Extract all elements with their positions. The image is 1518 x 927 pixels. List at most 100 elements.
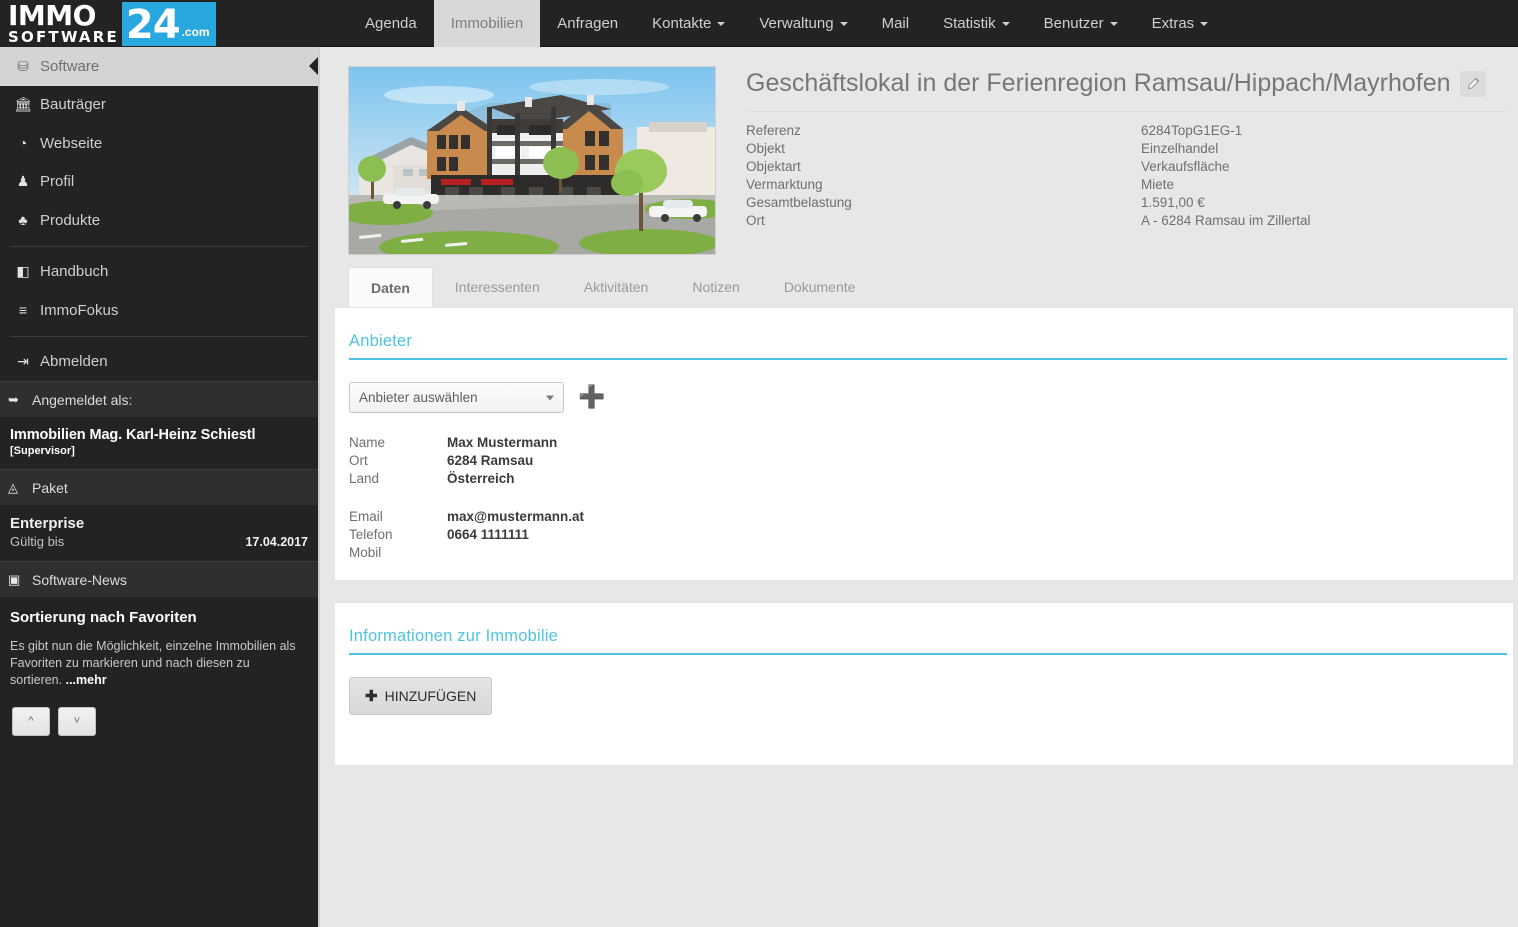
anbieter-select-row: Anbieter auswählen ➕	[349, 382, 1513, 413]
brand-badge: 24 .com	[121, 1, 216, 48]
sidebar-item-webseite[interactable]: ◔ Webseite	[0, 124, 318, 163]
nav-item-mail[interactable]: Mail	[865, 0, 927, 47]
field-value: max@mustermann.at	[447, 509, 584, 524]
sidebar-item-software[interactable]: ⛁ Software	[0, 47, 318, 86]
chevron-down-icon	[546, 395, 554, 400]
sidebar-news-more-link[interactable]: ...mehr	[66, 673, 107, 687]
nav-item-label: Anfragen	[557, 15, 619, 32]
main-navigation: Agenda Immobilien Anfragen Kontakte Verwaltu…	[348, 0, 1225, 47]
chevron-down-icon	[1109, 21, 1118, 26]
fact-key: Referenz	[746, 123, 801, 138]
nav-item-immobilien[interactable]: Immobilien	[433, 0, 541, 47]
sidebar-package-valid-date: 17.04.2017	[245, 535, 308, 549]
add-information-button[interactable]: ✚ HINZUFÜGEN	[349, 677, 493, 715]
dashboard-icon: ⛁	[17, 57, 29, 74]
anbieter-select[interactable]: Anbieter auswählen	[349, 382, 564, 413]
chevron-down-icon	[1001, 21, 1010, 26]
nav-item-benutzer[interactable]: Benutzer	[1027, 0, 1135, 47]
field-label: Land	[349, 471, 380, 486]
news-next-button[interactable]: ˅	[58, 706, 96, 736]
sidebar-item-label: Produkte	[40, 211, 101, 229]
sidebar-item-bauträger[interactable]: 🏛 Bauträger	[0, 86, 318, 125]
pencil-icon	[1467, 77, 1479, 89]
fact-value: 1.591,00 €	[1141, 195, 1205, 210]
sidebar-package-label: Paket	[32, 479, 68, 496]
nav-item-statistik[interactable]: Statistik	[926, 0, 1027, 47]
sidebar-item-handbuch[interactable]: ◧ Handbuch	[0, 253, 318, 292]
nav-item-label: Extras	[1151, 15, 1195, 32]
sidebar-user-role: [Supervisor]	[10, 445, 75, 457]
nav-item-label: Immobilien	[450, 15, 524, 32]
property-header: Geschäftslokal in der Ferienregion Ramsa…	[322, 47, 1518, 255]
tab-label: Daten	[371, 279, 410, 296]
info-body: ✚ HINZUFÜGEN	[335, 655, 1513, 735]
sidebar-package-validity: Gültig bis 17.04.2017	[10, 534, 308, 549]
sidebar-item-label: Handbuch	[40, 263, 109, 281]
field-label: Mobil	[349, 545, 382, 560]
brand-logo[interactable]: IMMO SOFTWARE 24 .com	[0, 0, 320, 47]
tab-dokumente[interactable]: Dokumente	[762, 267, 878, 307]
nav-item-verwaltung[interactable]: Verwaltung	[742, 0, 864, 47]
nav-item-anfragen[interactable]: Anfragen	[540, 0, 635, 47]
sidebar-item-abmelden[interactable]: ⇥ Abmelden	[0, 343, 318, 382]
add-information-label: HINZUFÜGEN	[384, 688, 477, 704]
sidebar-news-text: Es gibt nun die Möglichkeit, einzelne Im…	[10, 639, 296, 687]
cubes-icon: ♣	[18, 212, 28, 229]
field-label: Telefon	[349, 527, 393, 542]
sidebar-item-produkte[interactable]: ♣ Produkte	[0, 201, 318, 240]
sidebar-item-immofokus[interactable]: ≡ ImmoFokus	[0, 291, 318, 330]
signin-icon: ➥	[8, 391, 19, 407]
chevron-down-icon: ˅	[73, 715, 81, 728]
add-anbieter-button[interactable]: ➕	[578, 386, 605, 409]
field-label: Email	[349, 509, 383, 524]
tab-label: Notizen	[692, 279, 740, 295]
anbieter-details: Name Max Mustermann Ort 6284 Ramsau Land Öste…	[349, 435, 1513, 560]
tab-label: Dokumente	[783, 279, 856, 295]
tab-label: Aktivitäten	[583, 279, 649, 295]
title-divider	[746, 111, 1508, 112]
sidebar-item-label: ImmoFokus	[40, 301, 119, 319]
anbieter-select-value: Anbieter auswählen	[359, 390, 478, 405]
tab-notizen[interactable]: Notizen	[670, 267, 761, 307]
nav-item-label: Kontakte	[652, 15, 712, 32]
anbieter-section-title: Anbieter	[349, 332, 413, 350]
property-title-text: Geschäftslokal in der Ferienregion Ramsa…	[746, 69, 1451, 97]
sidebar-item-label: Profil	[40, 173, 75, 191]
tab-interessenten[interactable]: Interessenten	[433, 267, 562, 307]
logout-icon: ⇥	[17, 353, 29, 370]
property-thumbnail[interactable]	[348, 66, 716, 255]
property-rendering-image	[349, 67, 715, 254]
fact-key: Vermarktung	[746, 177, 823, 192]
sidebar: ⛁ Software 🏛 Bauträger ◔ Webseite ♟ Profil ♣ Prod…	[0, 47, 320, 927]
sidebar-item-label: Software	[40, 57, 100, 75]
brand-line2: SOFTWARE	[8, 27, 119, 46]
user-icon: ♟	[16, 173, 30, 190]
news-prev-button[interactable]: ^	[12, 706, 50, 736]
tab-aktivitäten[interactable]: Aktivitäten	[562, 267, 671, 307]
fact-key: Ort	[746, 213, 765, 228]
tab-daten[interactable]: Daten	[348, 267, 433, 307]
book-icon: ◧	[16, 263, 30, 280]
fact-value: 6284TopG1EG-1	[1141, 123, 1243, 138]
sidebar-divider	[10, 245, 308, 247]
plus-icon: ✚	[365, 688, 378, 705]
sidebar-loggedin-label: Angemeldet als:	[32, 391, 133, 408]
nav-item-agenda[interactable]: Agenda	[348, 0, 434, 47]
sidebar-user-block: Immobilien Mag. Karl-Heinz Schiestl [Sup…	[0, 417, 318, 469]
tab-label: Interessenten	[454, 279, 540, 295]
field-group-gap	[349, 489, 1513, 506]
news-icon: ▣	[8, 571, 21, 587]
edit-title-button[interactable]	[1459, 71, 1486, 97]
sidebar-loggedin-header: ➥ Angemeldet als:	[0, 381, 318, 417]
field-value: Österreich	[447, 471, 515, 486]
chevron-down-icon	[1200, 21, 1209, 26]
sidebar-package-block: Enterprise Gültig bis 17.04.2017	[0, 505, 318, 561]
page-title: Geschäftslokal in der Ferienregion Ramsa…	[746, 68, 1508, 98]
fact-value: Einzelhandel	[1141, 141, 1219, 156]
nav-item-kontakte[interactable]: Kontakte	[635, 0, 742, 47]
brand-badge-number: 24	[125, 1, 181, 48]
anbieter-panel: Anbieter Anbieter auswählen ➕ Name Max Mu…	[335, 307, 1513, 580]
immobilie-info-panel: Informationen zur Immobilie ✚ HINZUFÜGEN	[335, 602, 1513, 765]
nav-item-extras[interactable]: Extras	[1135, 0, 1226, 47]
sidebar-item-profil[interactable]: ♟ Profil	[0, 163, 318, 202]
